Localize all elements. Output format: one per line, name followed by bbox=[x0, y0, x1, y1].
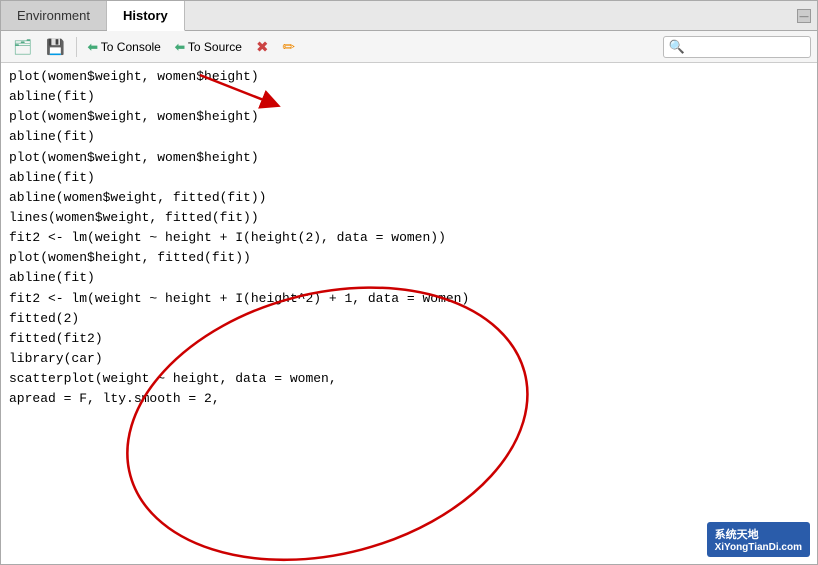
code-line: abline(fit) bbox=[9, 168, 809, 188]
code-line: plot(women$weight, women$height) bbox=[9, 107, 809, 127]
save-button[interactable]: 💾 bbox=[40, 35, 71, 59]
code-line: plot(women$weight, women$height) bbox=[9, 148, 809, 168]
to-source-label: To Source bbox=[188, 40, 242, 54]
code-line: fit2 <- lm(weight ~ height + I(height(2)… bbox=[9, 228, 809, 248]
tab-environment[interactable]: Environment bbox=[1, 1, 107, 30]
watermark-line1: 系统天地 bbox=[715, 526, 802, 542]
tab-spacer bbox=[185, 1, 791, 30]
tab-history[interactable]: History bbox=[107, 1, 185, 31]
watermark: 系统天地 XiYongTianDi.com bbox=[707, 522, 810, 557]
code-line: apread = F, lty.smooth = 2, bbox=[9, 389, 809, 409]
code-line: fitted(fit2) bbox=[9, 329, 809, 349]
code-line: abline(fit) bbox=[9, 127, 809, 147]
to-source-button[interactable]: ⬅ To Source bbox=[169, 37, 248, 57]
panel: Environment History — 🗂 💾 ⬅ To Console ⬅… bbox=[0, 0, 818, 565]
code-line: fitted(2) bbox=[9, 309, 809, 329]
to-console-button[interactable]: ⬅ To Console bbox=[82, 37, 167, 57]
to-console-icon: ⬅ bbox=[88, 40, 98, 54]
window-controls: — bbox=[791, 1, 817, 30]
search-input[interactable] bbox=[685, 40, 805, 54]
load-button[interactable]: 🗂 bbox=[7, 35, 38, 59]
code-line: abline(fit) bbox=[9, 87, 809, 107]
code-line: abline(women$weight, fitted(fit)) bbox=[9, 188, 809, 208]
clear-icon: ✖ bbox=[256, 38, 269, 56]
code-line: library(car) bbox=[9, 349, 809, 369]
code-line: fit2 <- lm(weight ~ height + I(height^2)… bbox=[9, 289, 809, 309]
minimize-button[interactable]: — bbox=[797, 9, 811, 23]
run-button[interactable]: ✏ bbox=[277, 35, 302, 59]
toolbar: 🗂 💾 ⬅ To Console ⬅ To Source ✖ ✏ 🔍 bbox=[1, 31, 817, 63]
search-box[interactable]: 🔍 bbox=[663, 36, 811, 58]
load-icon: 🗂 bbox=[13, 38, 32, 56]
save-icon: 💾 bbox=[46, 38, 65, 56]
separator-1 bbox=[76, 37, 77, 57]
code-lines: plot(women$weight, women$height)abline(f… bbox=[9, 67, 809, 409]
code-line: abline(fit) bbox=[9, 268, 809, 288]
code-line: lines(women$weight, fitted(fit)) bbox=[9, 208, 809, 228]
to-source-icon: ⬅ bbox=[175, 40, 185, 54]
code-line: scatterplot(weight ~ height, data = wome… bbox=[9, 369, 809, 389]
clear-button[interactable]: ✖ bbox=[250, 35, 275, 59]
run-icon: ✏ bbox=[283, 38, 296, 56]
search-icon: 🔍 bbox=[669, 39, 685, 55]
watermark-line2: XiYongTianDi.com bbox=[715, 542, 802, 553]
code-area[interactable]: plot(women$weight, women$height)abline(f… bbox=[1, 63, 817, 564]
tab-history-label: History bbox=[123, 8, 168, 23]
to-console-label: To Console bbox=[101, 40, 161, 54]
code-line: plot(women$height, fitted(fit)) bbox=[9, 248, 809, 268]
tab-bar: Environment History — bbox=[1, 1, 817, 31]
code-line: plot(women$weight, women$height) bbox=[9, 67, 809, 87]
tab-environment-label: Environment bbox=[17, 8, 90, 23]
